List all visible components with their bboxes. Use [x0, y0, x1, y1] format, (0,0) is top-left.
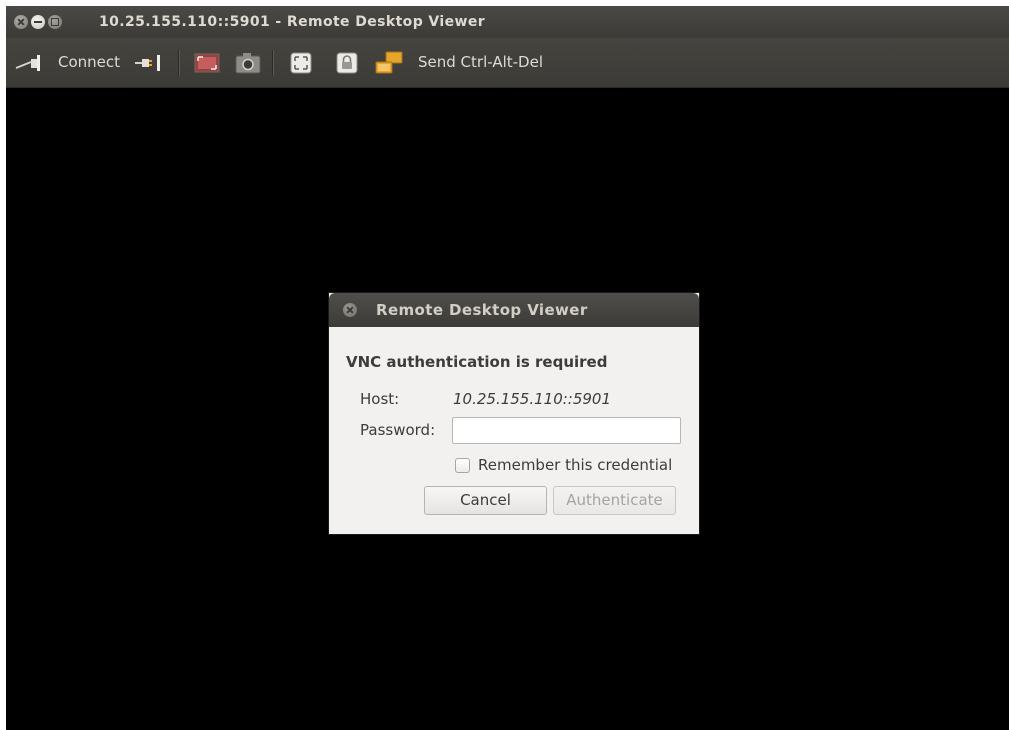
window-title: 10.25.155.110::5901 - Remote Desktop Vie… — [99, 14, 486, 30]
toolbar: Connect Send Ctrl-Alt-Del — [6, 38, 1009, 88]
host-value: 10.25.155.110::5901 — [453, 390, 612, 408]
window-maximize-button[interactable] — [48, 15, 62, 29]
window-titlebar[interactable]: 10.25.155.110::5901 - Remote Desktop Vie… — [6, 6, 1009, 38]
fullscreen-icon[interactable] — [194, 53, 220, 73]
authenticate-button[interactable]: Authenticate — [553, 486, 676, 515]
host-label: Host: — [360, 390, 400, 408]
dialog-title: Remote Desktop Viewer — [376, 301, 588, 319]
send-keys-icon[interactable] — [374, 50, 404, 76]
window-close-button[interactable] — [14, 15, 28, 29]
dialog-close-icon[interactable] — [343, 303, 357, 317]
cancel-button[interactable]: Cancel — [424, 486, 547, 515]
send-ctrl-alt-del-button-label[interactable]: Send Ctrl-Alt-Del — [418, 53, 543, 71]
keyboard-lock-icon[interactable] — [336, 52, 358, 74]
window-minimize-button[interactable] — [31, 15, 45, 29]
toolbar-separator — [272, 50, 274, 76]
dialog-titlebar[interactable]: Remote Desktop Viewer — [329, 293, 699, 327]
remember-credential-label[interactable]: Remember this credential — [478, 456, 672, 474]
remote-desktop-viewer-window: 10.25.155.110::5901 - Remote Desktop Vie… — [6, 6, 1009, 730]
password-field[interactable] — [452, 417, 681, 444]
connect-icon[interactable] — [15, 53, 45, 73]
authentication-dialog: Remote Desktop Viewer VNC authentication… — [329, 293, 699, 534]
password-label: Password: — [360, 421, 436, 439]
screenshot-icon[interactable] — [235, 52, 261, 74]
disconnect-icon[interactable] — [134, 51, 166, 75]
dialog-heading: VNC authentication is required — [346, 353, 608, 371]
scaling-icon[interactable] — [290, 52, 312, 74]
connect-button-label[interactable]: Connect — [58, 53, 120, 71]
remember-credential-checkbox[interactable] — [455, 458, 470, 473]
toolbar-separator — [178, 50, 180, 76]
